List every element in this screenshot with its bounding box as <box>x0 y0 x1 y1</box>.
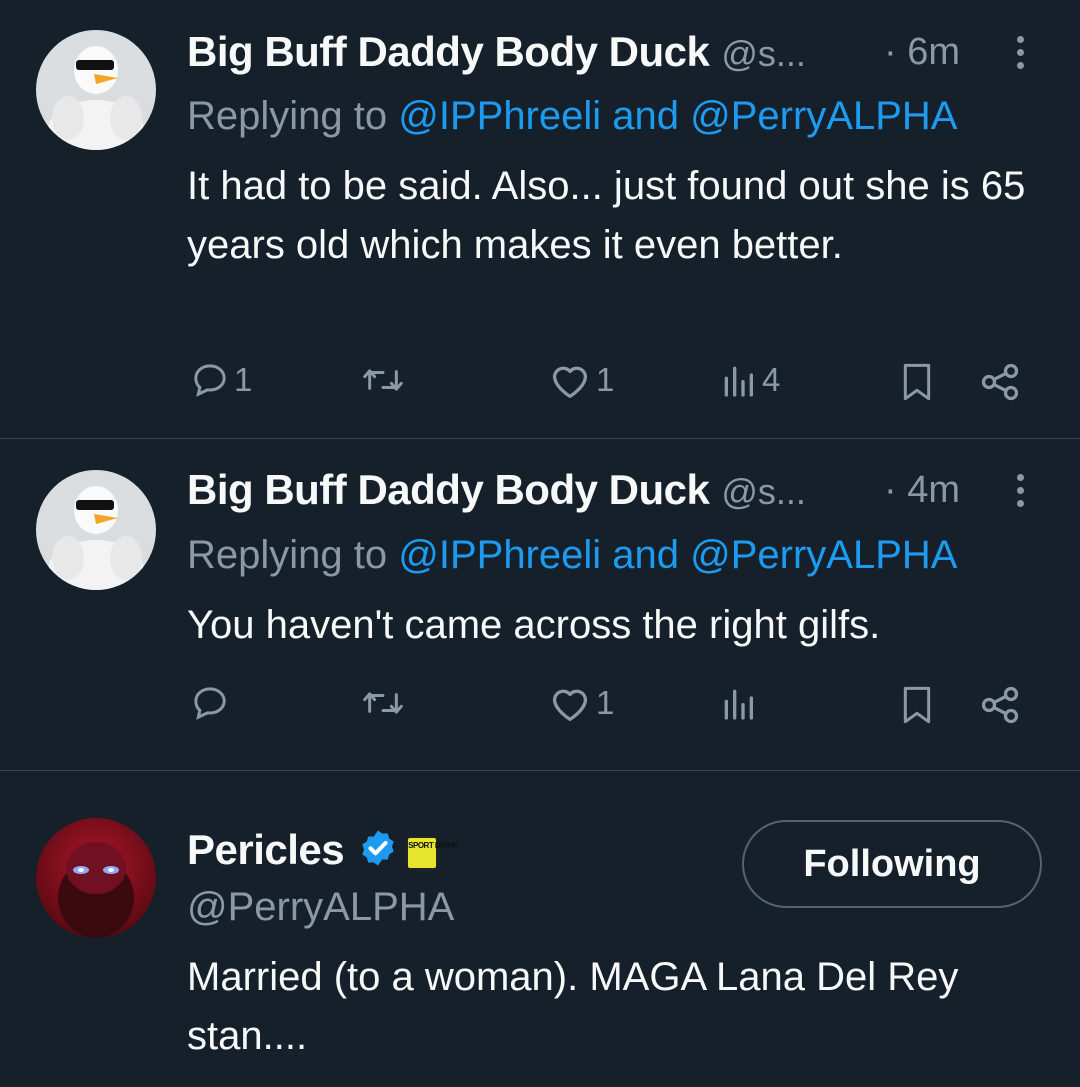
like-count: 1 <box>596 684 615 721</box>
reply-button[interactable] <box>190 683 234 723</box>
replying-prefix: Replying to <box>187 94 399 138</box>
profile-avatar[interactable] <box>36 818 156 938</box>
duck-avatar-icon <box>36 30 156 150</box>
more-options-icon[interactable] <box>1010 474 1030 514</box>
replying-to: Replying to @IPPhreeli and @PerryALPHA <box>187 94 957 139</box>
avatar[interactable] <box>36 30 156 150</box>
author-handle[interactable]: @s... <box>721 471 806 512</box>
views-button[interactable]: 4 <box>718 360 780 400</box>
replying-users-link[interactable]: @IPPhreeli and @PerryALPHA <box>398 533 957 577</box>
profile-name-row: Pericles SPORT DRINK <box>187 826 458 878</box>
affiliate-badge-icon[interactable]: SPORT DRINK <box>406 835 458 870</box>
share-button[interactable] <box>978 683 1022 727</box>
retweet-icon <box>363 692 403 714</box>
share-icon <box>981 363 1019 401</box>
bookmark-icon <box>903 686 931 724</box>
profile-handle[interactable]: @PerryALPHA <box>187 885 454 930</box>
reply-icon <box>194 364 226 397</box>
more-options-icon[interactable] <box>1010 36 1030 76</box>
tweet-timestamp[interactable]: · 4m <box>884 469 960 512</box>
author-handle[interactable]: @s... <box>721 33 806 74</box>
divider <box>0 438 1080 439</box>
replying-to: Replying to @IPPhreeli and @PerryALPHA <box>187 533 957 578</box>
tweet-author-name[interactable]: Big Buff Daddy Body Duck @s... <box>187 28 806 76</box>
views-chart-icon <box>724 366 753 397</box>
tweet-author-name[interactable]: Big Buff Daddy Body Duck @s... <box>187 466 806 514</box>
share-button[interactable] <box>978 360 1022 404</box>
reply-button[interactable]: 1 <box>190 360 252 400</box>
bookmark-icon <box>903 363 931 401</box>
profile-bio: Married (to a woman). MAGA Lana Del Rey … <box>187 955 959 1058</box>
divider <box>0 770 1080 771</box>
tweet-timestamp[interactable]: · 6m <box>884 31 960 74</box>
verified-badge-icon <box>358 828 398 878</box>
reply-count: 1 <box>234 361 253 398</box>
share-icon <box>981 686 1019 724</box>
tweet-actions: 1 1 4 <box>0 360 1080 410</box>
tweet-actions: 1 <box>0 683 1080 733</box>
display-name[interactable]: Big Buff Daddy Body Duck <box>187 466 710 513</box>
bookmark-button[interactable] <box>897 683 937 727</box>
duck-avatar-icon <box>36 470 156 590</box>
heart-icon <box>552 689 588 721</box>
retweet-button[interactable] <box>360 683 410 723</box>
like-count: 1 <box>596 361 615 398</box>
like-button[interactable]: 1 <box>548 683 614 723</box>
replying-prefix: Replying to <box>187 533 399 577</box>
view-count: 4 <box>762 361 781 398</box>
red-glowing-eyes-avatar-icon <box>36 818 156 938</box>
avatar[interactable] <box>36 470 156 590</box>
bookmark-button[interactable] <box>897 360 937 404</box>
display-name[interactable]: Big Buff Daddy Body Duck <box>187 28 710 75</box>
like-button[interactable]: 1 <box>548 360 614 400</box>
replying-users-link[interactable]: @IPPhreeli and @PerryALPHA <box>398 94 957 138</box>
profile-display-name[interactable]: Pericles <box>187 826 345 873</box>
tweet-text: You haven't came across the right gilfs. <box>187 603 881 647</box>
following-button[interactable]: Following <box>742 820 1042 908</box>
views-chart-icon <box>724 689 753 720</box>
retweet-icon <box>363 369 403 391</box>
views-button[interactable] <box>718 683 762 723</box>
reply-icon <box>194 687 226 720</box>
retweet-button[interactable] <box>360 360 410 400</box>
heart-icon <box>552 366 588 398</box>
tweet-text: It had to be said. Also... just found ou… <box>187 164 1026 267</box>
